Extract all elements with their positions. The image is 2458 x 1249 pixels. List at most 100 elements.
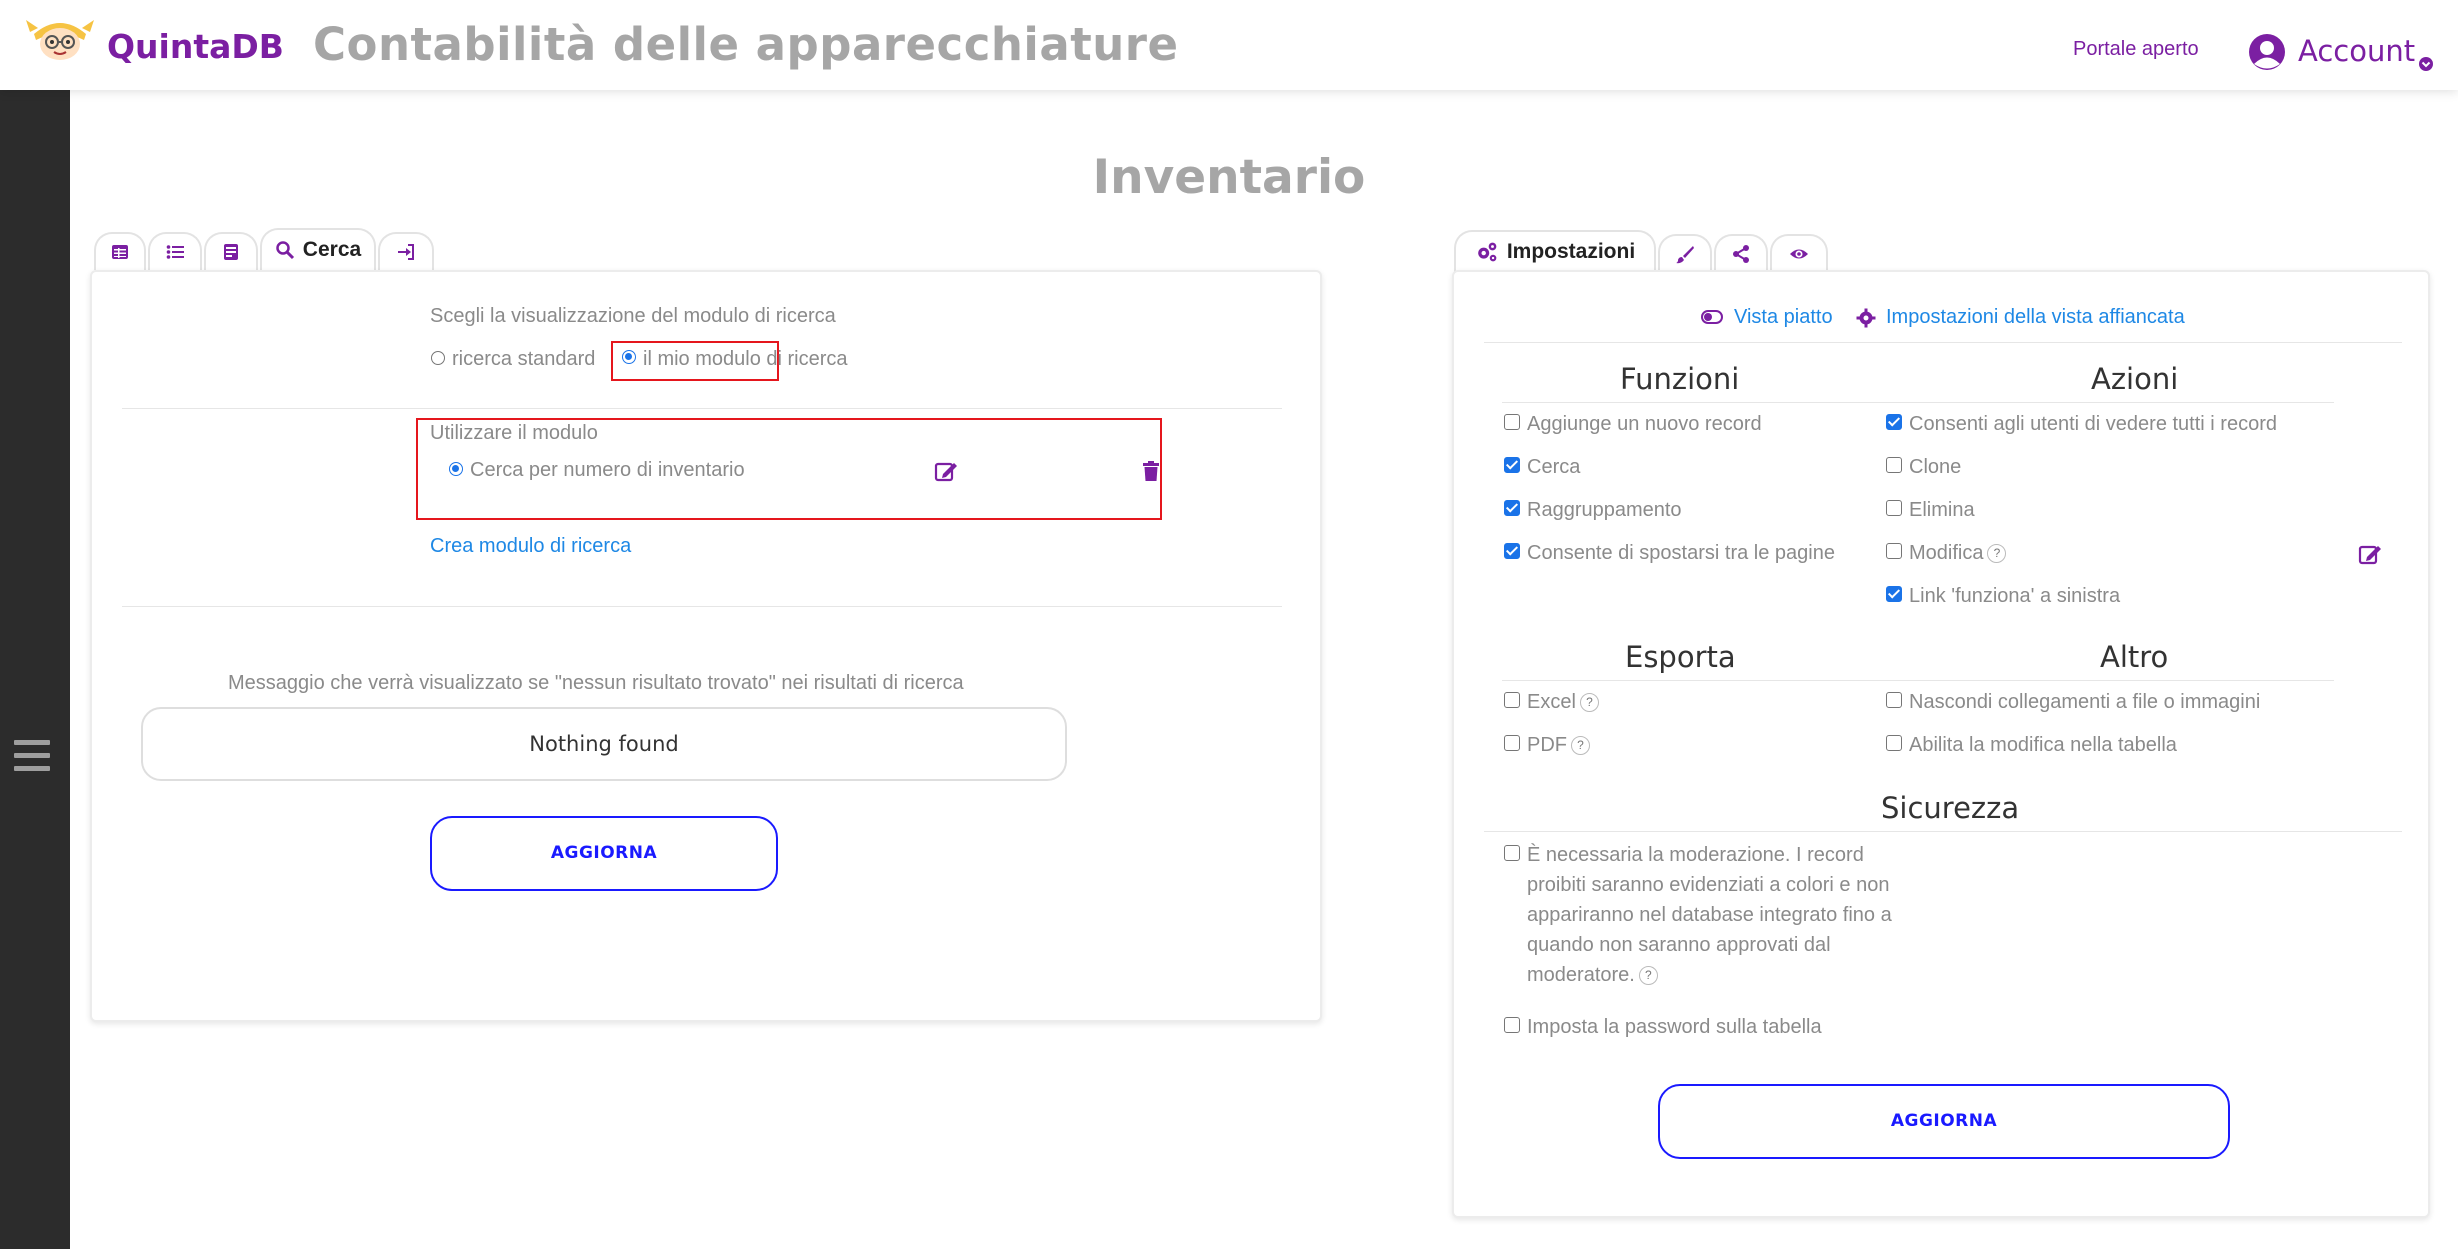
clone-label: Clone [1909,456,1962,478]
flat-view-link[interactable]: Vista piatto [1734,306,1833,329]
logo-icon[interactable] [24,14,96,62]
no-results-message-label: Messaggio che verrà visualizzato se "nes… [228,672,964,694]
divider [122,606,1282,607]
moderation-label-line: appariranno nel database integrato fino … [1527,904,1892,926]
tab-table-view[interactable] [94,232,146,270]
add-record-label: Aggiunge un nuovo record [1527,413,1762,435]
grouping-label: Raggruppamento [1527,499,1682,521]
chevron-down-icon[interactable] [2418,56,2434,72]
delete-checkbox[interactable] [1886,500,1902,516]
hamburger-menu-icon[interactable] [14,740,50,772]
form-option-label[interactable]: Cerca per numero di inventario [470,459,745,482]
pdf-label: PDF? [1527,734,1590,757]
inline-edit-label: Abilita la modifica nella tabella [1909,734,2177,756]
help-icon[interactable]: ? [1571,736,1590,756]
search-label: Cerca [1527,456,1581,478]
list-icon [166,245,184,259]
help-icon[interactable]: ? [1579,693,1599,713]
table-settings-panel: Vista piatto Impostazioni della vista af… [1452,270,2430,1218]
other-heading: Altro [2100,640,2169,674]
actions-heading: Azioni [2091,362,2179,396]
search-checkbox[interactable] [1504,457,1520,473]
left-link-checkbox[interactable] [1886,586,1902,602]
hide-file-links-label: Nascondi collegamenti a file o immagini [1909,691,2261,713]
divider [1484,342,2402,343]
tile-view-settings-link[interactable]: Impostazioni della vista affiancata [1886,306,2185,329]
divider [1484,831,2402,832]
moderation-label-line: moderatore.? [1527,964,1658,987]
search-view-label: Scegli la visualizzazione del modulo di … [430,305,836,327]
update-button[interactable]: AGGIORNA [430,816,778,891]
tab-style[interactable] [1658,234,1712,272]
brush-icon [1676,246,1694,264]
add-record-checkbox[interactable] [1504,414,1520,430]
no-results-message-input[interactable]: Nothing found [141,707,1067,781]
brand-name[interactable]: QuintaDB [107,27,284,66]
gear-icon [1856,308,1876,328]
account-avatar-icon[interactable] [2248,33,2286,71]
tab-search-label: Cerca [302,238,362,261]
functions-heading: Funzioni [1620,362,1740,396]
account-menu-label[interactable]: Account [2298,34,2415,68]
moderation-label-line: quando non saranno approvati dal [1527,934,1831,956]
tab-settings[interactable]: Impostazioni [1454,230,1656,272]
excel-checkbox[interactable] [1504,692,1520,708]
search-settings-panel: Scegli la visualizzazione del modulo di … [90,270,1322,1022]
inline-edit-checkbox[interactable] [1886,735,1902,751]
standard-search-label[interactable]: ricerca standard [452,348,595,371]
divider [1502,680,1902,681]
app-title: Contabilità delle apparecchiature [313,18,1179,71]
clone-checkbox[interactable] [1886,457,1902,473]
hide-file-links-checkbox[interactable] [1886,692,1902,708]
update-settings-button[interactable]: AGGIORNA [1658,1084,2230,1159]
form-icon [224,244,238,260]
edit-checkbox[interactable] [1886,543,1902,559]
tab-list-view[interactable] [148,232,202,270]
open-portal-link[interactable]: Portale aperto [2073,38,2199,61]
standard-search-radio[interactable] [431,351,445,365]
tab-search[interactable]: Cerca [260,228,376,270]
pdf-checkbox[interactable] [1504,735,1520,751]
grouping-checkbox[interactable] [1504,500,1520,516]
divider [1884,402,2334,403]
tab-login[interactable] [378,232,434,270]
pagination-checkbox[interactable] [1504,543,1520,559]
top-header: QuintaDB Contabilità delle apparecchiatu… [0,0,2458,90]
eye-icon [1790,249,1808,259]
left-link-label: Link 'funziona' a sinistra [1909,585,2121,607]
excel-label: Excel? [1527,691,1599,714]
tab-settings-label: Impostazioni [1506,240,1636,263]
table-password-checkbox[interactable] [1504,1017,1520,1033]
edit-icon[interactable] [2358,543,2382,565]
edit-icon[interactable] [934,460,958,482]
help-icon[interactable]: ? [1987,544,2007,564]
security-heading: Sicurezza [1881,791,2020,825]
export-heading: Esporta [1625,640,1736,674]
create-search-form-link[interactable]: Crea modulo di ricerca [430,535,631,558]
help-icon[interactable]: ? [1638,966,1658,986]
moderation-checkbox[interactable] [1504,845,1520,861]
see-all-records-label: Consenti agli utenti di vedere tutti i r… [1909,413,2277,435]
divider [1884,680,2334,681]
tab-preview[interactable] [1770,234,1828,272]
divider [122,408,1282,409]
tab-form-view[interactable] [204,232,258,270]
form-option-radio[interactable] [449,462,463,476]
divider [1502,402,1902,403]
moderation-label-line: proibiti saranno evidenziati a colori e … [1527,874,1890,896]
gears-icon [1478,242,1497,262]
left-sidebar [0,90,70,1249]
custom-search-radio[interactable] [622,350,636,364]
share-icon [1733,245,1749,263]
see-all-records-checkbox[interactable] [1886,414,1902,430]
table-icon [112,245,128,259]
tab-share[interactable] [1714,234,1768,272]
moderation-label-line: È necessaria la moderazione. I record [1527,844,1864,866]
toggle-icon [1701,310,1723,324]
pagination-label: Consente di spostarsi tra le pagine [1527,542,1835,564]
trash-icon[interactable] [1142,460,1160,482]
page-title: Inventario [1092,150,1366,205]
custom-search-label[interactable]: il mio modulo di ricerca [643,348,848,371]
edit-label: Modifica? [1909,542,2007,565]
search-icon [276,241,294,260]
